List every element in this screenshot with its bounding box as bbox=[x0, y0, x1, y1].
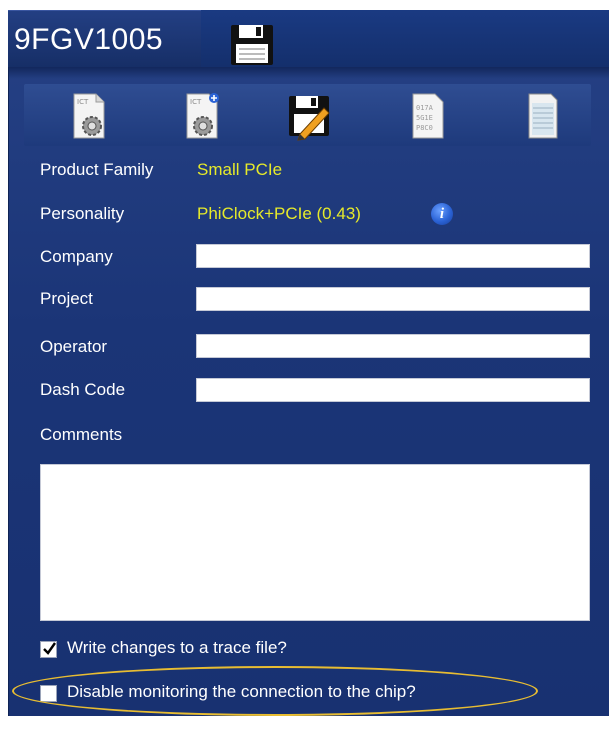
personality-label: Personality bbox=[40, 204, 125, 223]
svg-text:5G1E: 5G1E bbox=[416, 114, 433, 122]
comments-label: Comments bbox=[40, 425, 123, 444]
binary-document-icon[interactable]: 017A 5G1E P8C0 bbox=[405, 90, 451, 142]
device-tab[interactable]: 9FGV1005 bbox=[8, 10, 201, 68]
dash-code-input[interactable] bbox=[196, 378, 590, 402]
project-input[interactable] bbox=[196, 287, 590, 311]
company-input[interactable] bbox=[196, 244, 590, 268]
svg-text:P8C0: P8C0 bbox=[416, 124, 433, 132]
device-title: 9FGV1005 bbox=[14, 23, 164, 56]
trace-label[interactable]: Write changes to a trace file? bbox=[67, 638, 287, 658]
document-gear-icon[interactable]: ICT bbox=[66, 90, 112, 142]
operator-label: Operator bbox=[40, 337, 108, 356]
disable-monitoring-label[interactable]: Disable monitoring the connection to the… bbox=[67, 682, 416, 702]
info-icon[interactable]: i bbox=[431, 203, 453, 225]
company-label: Company bbox=[40, 247, 113, 266]
product-family-label: Product Family bbox=[40, 160, 154, 179]
document-icon[interactable] bbox=[519, 90, 565, 142]
svg-text:017A: 017A bbox=[416, 104, 434, 112]
comments-textarea[interactable] bbox=[40, 464, 590, 621]
checkmark-icon bbox=[43, 642, 56, 655]
svg-text:ICT: ICT bbox=[77, 98, 89, 106]
toolbar: ICT ICT 017A 5G1E P8C0 bbox=[24, 84, 591, 146]
disable-monitoring-checkbox[interactable] bbox=[40, 685, 57, 702]
operator-input[interactable] bbox=[196, 334, 590, 358]
floppy-pencil-icon[interactable] bbox=[286, 90, 332, 142]
dash-code-label: Dash Code bbox=[40, 380, 126, 399]
product-family-value: Small PCIe bbox=[197, 160, 283, 179]
svg-text:ICT: ICT bbox=[190, 98, 202, 106]
floppy-disk-icon[interactable] bbox=[230, 24, 274, 66]
trace-checkbox[interactable] bbox=[40, 641, 57, 658]
document-gear-plus-icon[interactable]: ICT bbox=[179, 90, 225, 142]
personality-value: PhiClock+PCIe (0.43) bbox=[197, 204, 361, 223]
project-label: Project bbox=[40, 289, 93, 308]
